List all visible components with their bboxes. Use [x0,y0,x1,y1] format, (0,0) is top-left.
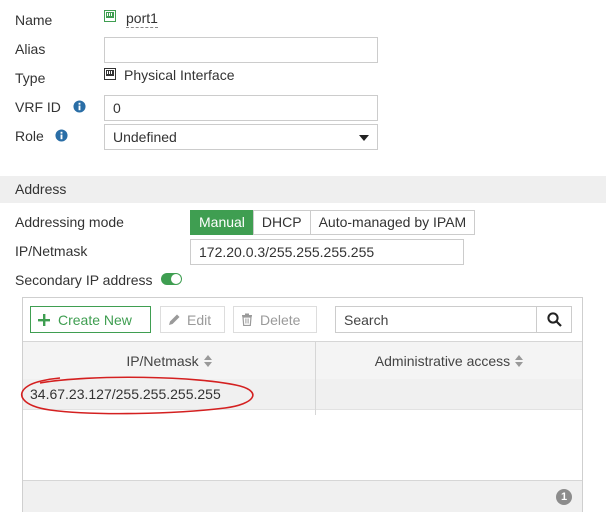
type-value: Physical Interface [124,67,235,83]
vrf-id-input[interactable]: 0 [104,95,378,121]
info-icon[interactable] [73,100,86,113]
column-header-admin-access[interactable]: Administrative access [316,342,582,379]
plus-icon [38,313,50,326]
column-header-label: Administrative access [374,352,511,369]
interface-name-value[interactable]: port1 [126,10,158,28]
create-new-button[interactable]: Create New [30,306,151,333]
secondary-ip-label: Secondary IP address [15,272,153,288]
ip-netmask-label: IP/Netmask [15,243,88,259]
sort-icon [515,354,524,367]
pencil-icon [169,314,180,325]
sort-icon [203,354,212,367]
search-button[interactable] [536,307,571,332]
info-icon[interactable] [55,129,68,142]
alias-label: Alias [15,41,46,57]
address-section-header: Address [0,176,606,203]
search-input[interactable] [336,307,538,332]
addressing-mode-ipam[interactable]: Auto-managed by IPAM [309,210,476,235]
secondary-ip-toggle[interactable] [161,273,182,285]
row-ip-netmask: 34.67.23.127/255.255.255.255 [30,386,221,402]
addressing-mode-manual[interactable]: Manual [190,210,254,235]
toggle-knob [171,274,181,284]
delete-label: Delete [260,311,301,328]
search-box [335,306,572,333]
address-section-title: Address [15,181,67,197]
name-label: Name [15,12,53,28]
row-count-badge: 1 [556,489,572,505]
column-divider [315,341,316,415]
edit-label: Edit [187,311,212,328]
addressing-mode-label: Addressing mode [15,214,124,230]
role-select-value: Undefined [113,129,177,145]
vrf-id-label: VRF ID [15,99,61,115]
type-label: Type [15,70,46,86]
ip-netmask-input[interactable]: 172.20.0.3/255.255.255.255 [190,239,464,265]
table-footer: 1 [23,480,582,512]
role-label: Role [15,128,44,144]
delete-button[interactable]: Delete [233,306,317,333]
search-icon [546,312,562,327]
trash-icon [242,313,252,326]
port-icon [104,10,116,22]
table-header: IP/Netmask Administrative access [23,341,582,380]
addressing-mode-selector: Manual DHCP Auto-managed by IPAM [190,210,476,235]
secondary-ip-table: Create New Edit Delete IP/Netmask [22,297,583,512]
table-row[interactable]: 34.67.23.127/255.255.255.255 [23,379,582,410]
create-new-label: Create New [58,311,132,328]
port-icon [104,68,116,80]
addressing-mode-dhcp[interactable]: DHCP [252,210,311,235]
role-select[interactable]: Undefined [104,124,378,150]
edit-button[interactable]: Edit [160,306,225,333]
column-header-label: IP/Netmask [126,352,199,369]
column-header-ip-netmask[interactable]: IP/Netmask [23,342,315,379]
chevron-down-icon [359,135,369,141]
alias-input[interactable] [104,37,378,63]
